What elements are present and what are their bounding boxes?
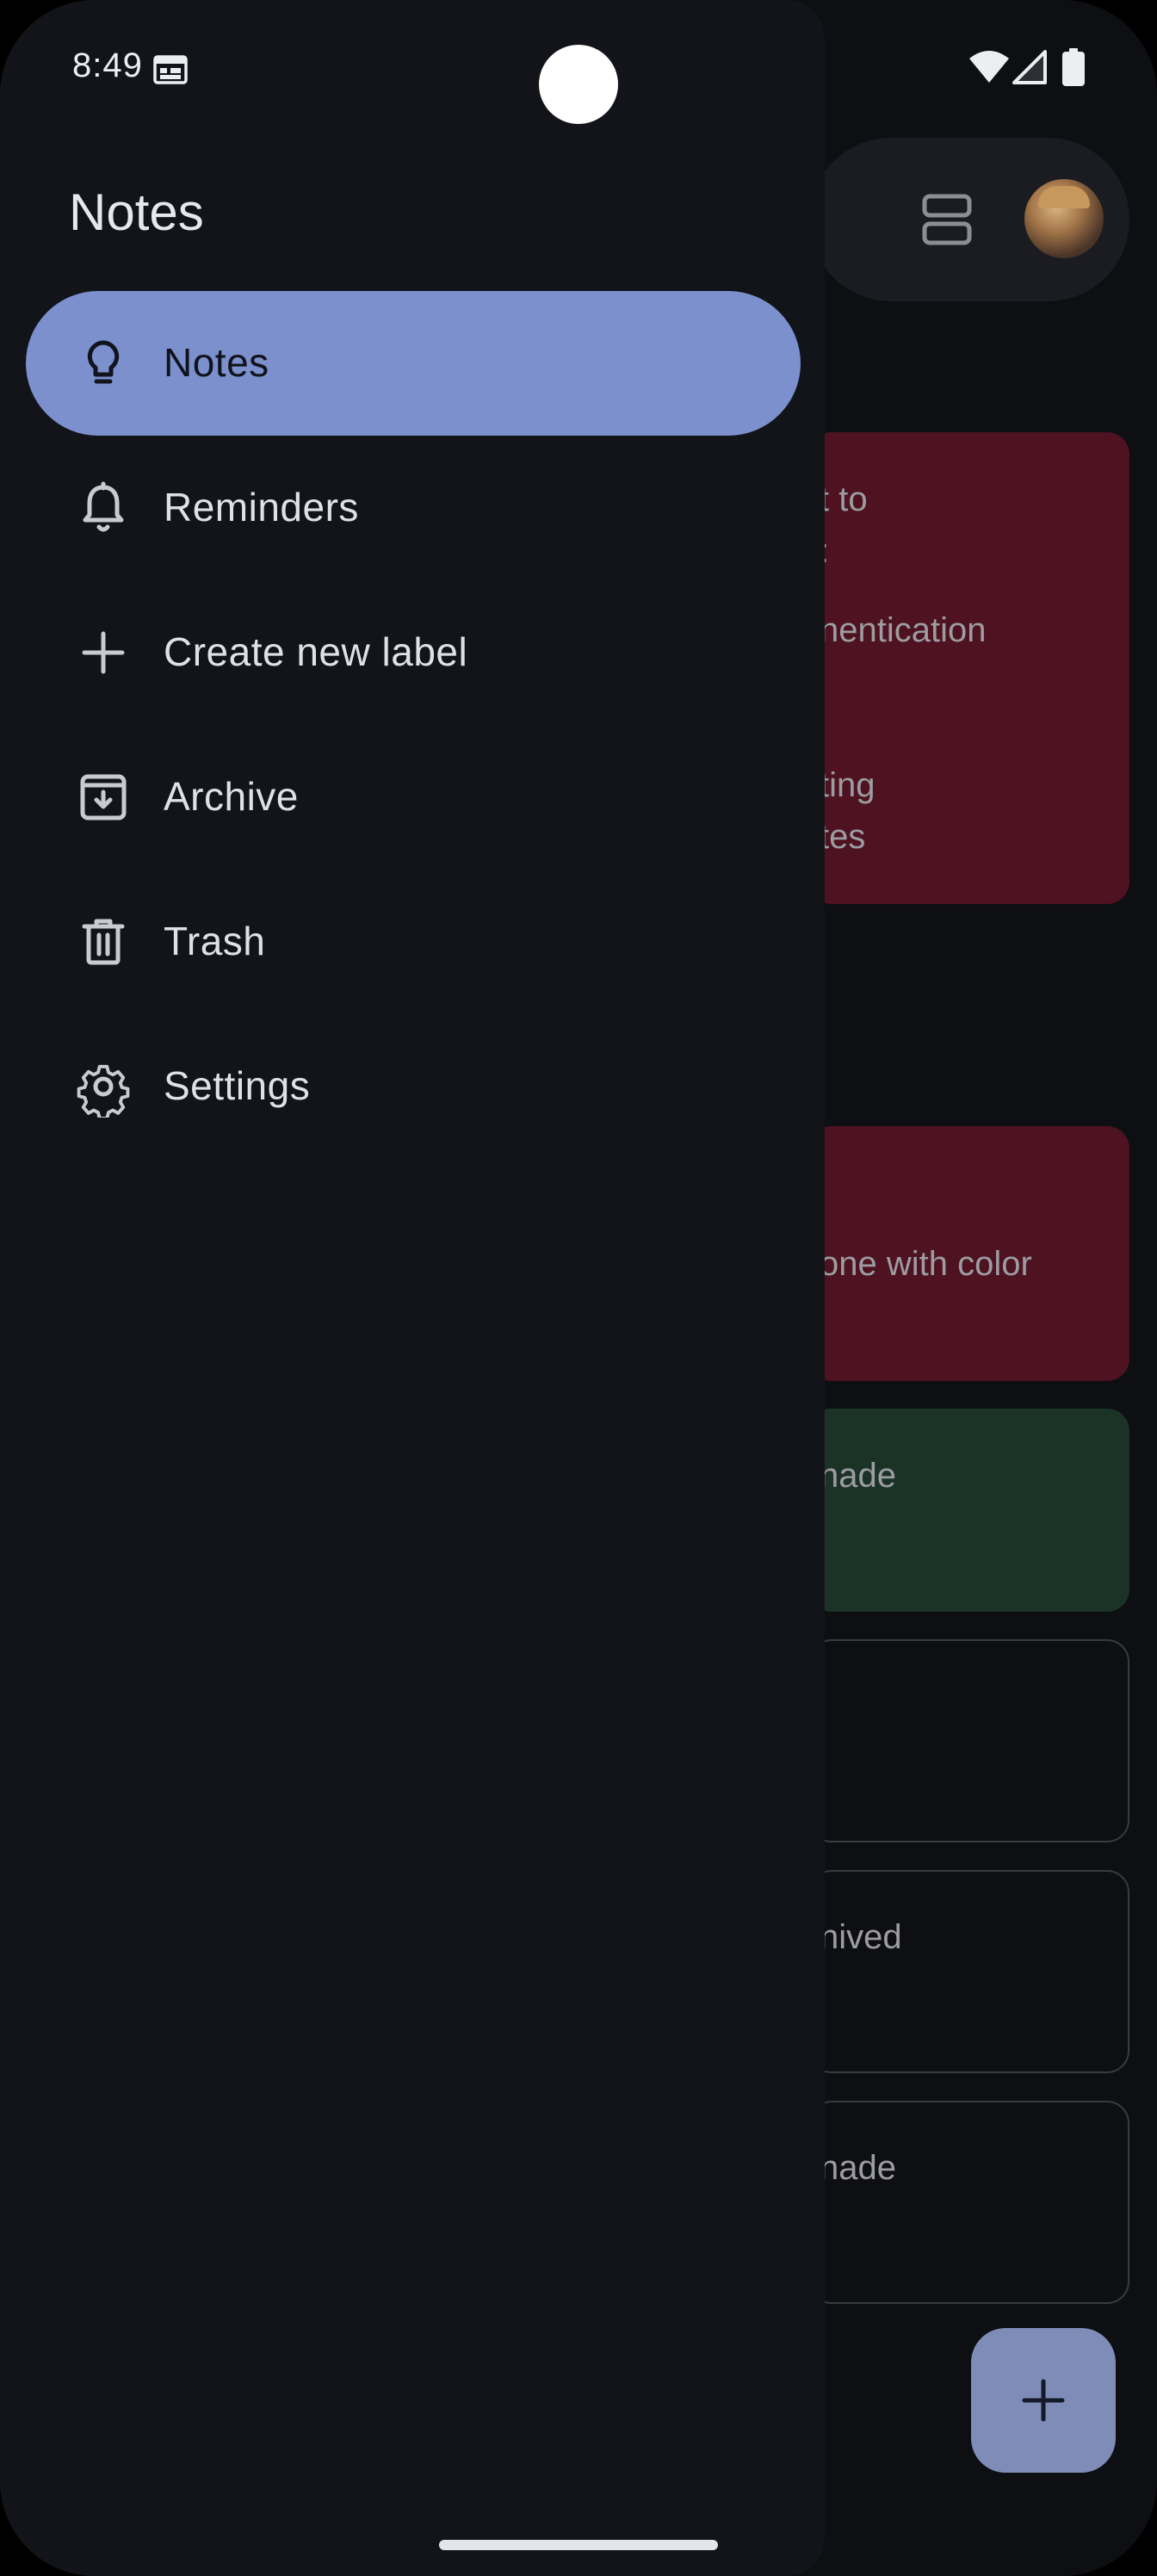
note-text: nade <box>820 1457 896 1495</box>
note-text: tes <box>820 818 866 856</box>
battery-icon <box>1062 48 1085 86</box>
drawer-item-label: Reminders <box>164 485 359 529</box>
note-card[interactable] <box>809 1639 1129 1842</box>
note-card[interactable]: nade <box>809 1409 1129 1612</box>
note-text: one with color <box>820 1245 1032 1283</box>
plus-icon <box>1022 2379 1065 2422</box>
note-card[interactable]: nived <box>809 1870 1129 2073</box>
note-card[interactable]: nade <box>809 2101 1129 2304</box>
drawer-item-label: Create new label <box>164 629 468 674</box>
drawer-item-label: Archive <box>164 774 299 819</box>
screen: t to : nentication ting tes one with col… <box>0 0 1157 2576</box>
gear-icon <box>77 1064 130 1118</box>
home-indicator[interactable] <box>439 2540 718 2550</box>
drawer-item-archive[interactable]: Archive <box>26 725 801 870</box>
note-text: ting <box>820 766 875 804</box>
note-card[interactable]: one with color <box>809 1126 1129 1381</box>
note-card[interactable]: t to : nentication ting tes <box>809 432 1129 904</box>
drawer-item-create-label[interactable]: Create new label <box>26 580 801 725</box>
avatar[interactable] <box>1024 179 1104 258</box>
calendar-icon <box>153 55 188 84</box>
view-layout-icon[interactable] <box>921 193 973 246</box>
drawer-item-label: Notes <box>164 340 269 385</box>
archive-icon <box>80 774 127 820</box>
cellular-icon <box>1012 50 1047 84</box>
drawer-item-label: Settings <box>164 1063 311 1108</box>
drawer-item-notes[interactable]: Notes <box>26 291 801 436</box>
camera-cutout <box>539 45 618 124</box>
note-text: nived <box>820 1918 902 1956</box>
status-time: 8:49 <box>72 46 143 84</box>
add-note-button[interactable] <box>971 2328 1116 2473</box>
navigation-drawer: Notes Notes Reminders Create new label A… <box>0 0 825 2576</box>
note-text: nade <box>820 2149 896 2187</box>
drawer-title: Notes <box>69 183 204 241</box>
drawer-item-label: Trash <box>164 919 266 963</box>
note-text: nentication <box>820 611 987 649</box>
drawer-item-reminders[interactable]: Reminders <box>26 436 801 580</box>
bell-icon <box>83 481 124 532</box>
plus-icon <box>82 631 125 674</box>
note-text: t to <box>820 480 868 518</box>
trash-icon <box>82 919 125 965</box>
wifi-icon <box>969 51 1009 83</box>
drawer-item-settings[interactable]: Settings <box>26 1014 801 1159</box>
drawer-item-trash[interactable]: Trash <box>26 870 801 1014</box>
lightbulb-icon <box>87 340 120 384</box>
